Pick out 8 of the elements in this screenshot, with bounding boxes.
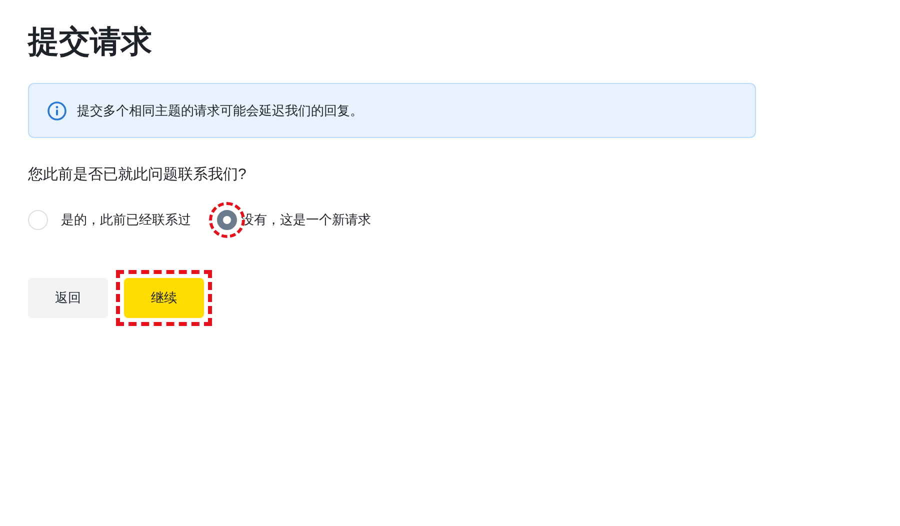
notice-text: 提交多个相同主题的请求可能会延迟我们的回复。 (77, 102, 363, 120)
info-icon (47, 100, 67, 120)
back-button[interactable]: 返回 (28, 278, 108, 318)
question-label: 您此前是否已就此问题联系我们? (28, 165, 248, 185)
page-title: 提交请求 (28, 23, 153, 61)
continue-button[interactable]: 继续 (124, 278, 204, 318)
radio-button[interactable] (217, 210, 237, 230)
option-label[interactable]: 是的，此前已经联系过 (61, 211, 191, 229)
